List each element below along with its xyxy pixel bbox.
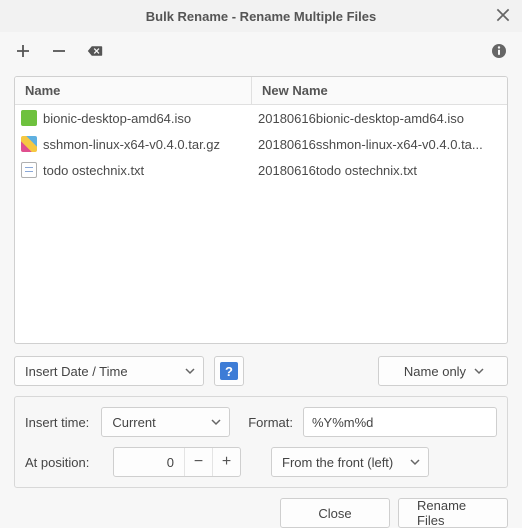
info-button[interactable] xyxy=(490,42,508,60)
archive-file-icon xyxy=(21,136,37,152)
file-newname: 20180616todo ostechnix.txt xyxy=(252,163,507,178)
remove-button[interactable] xyxy=(50,42,68,60)
file-name-cell: sshmon-linux-x64-v0.4.0.tar.gz xyxy=(15,136,252,152)
insert-time-label: Insert time: xyxy=(25,415,91,430)
info-icon xyxy=(491,43,507,59)
format-input[interactable] xyxy=(303,407,497,437)
position-decrement[interactable]: − xyxy=(184,448,212,476)
from-select-label: From the front (left) xyxy=(282,455,402,470)
clear-button[interactable] xyxy=(86,42,104,60)
help-icon: ? xyxy=(220,362,238,380)
window-title: Bulk Rename - Rename Multiple Files xyxy=(146,9,376,24)
window-close-button[interactable] xyxy=(494,6,512,24)
file-name: sshmon-linux-x64-v0.4.0.tar.gz xyxy=(43,137,220,152)
operation-select-label: Insert Date / Time xyxy=(25,364,177,379)
rename-button[interactable]: Rename Files xyxy=(398,498,508,528)
file-rows: bionic-desktop-amd64.iso 20180616bionic-d… xyxy=(15,105,507,183)
iso-file-icon xyxy=(21,110,37,126)
close-button[interactable]: Close xyxy=(280,498,390,528)
txt-file-icon xyxy=(21,162,37,178)
file-name-cell: todo ostechnix.txt xyxy=(15,162,252,178)
toolbar xyxy=(0,32,522,70)
chevron-down-icon xyxy=(211,415,221,430)
position-value[interactable]: 0 xyxy=(114,455,184,470)
file-row[interactable]: sshmon-linux-x64-v0.4.0.tar.gz 20180616ss… xyxy=(15,131,507,157)
file-newname: 20180616bionic-desktop-amd64.iso xyxy=(252,111,507,126)
file-list-panel: Name New Name bionic-desktop-amd64.iso 20… xyxy=(14,76,508,344)
chevron-down-icon xyxy=(185,364,195,379)
position-spinner: 0 − + xyxy=(113,447,241,477)
file-name: todo ostechnix.txt xyxy=(43,163,144,178)
operation-select[interactable]: Insert Date / Time xyxy=(14,356,204,386)
file-name-cell: bionic-desktop-amd64.iso xyxy=(15,110,252,126)
mode-row: Insert Date / Time ? Name only xyxy=(14,356,508,386)
chevron-down-icon xyxy=(474,364,484,379)
titlebar: Bulk Rename - Rename Multiple Files xyxy=(0,0,522,32)
from-select[interactable]: From the front (left) xyxy=(271,447,429,477)
file-name: bionic-desktop-amd64.iso xyxy=(43,111,191,126)
position-label: At position: xyxy=(25,455,103,470)
insert-time-select[interactable]: Current xyxy=(101,407,230,437)
position-increment[interactable]: + xyxy=(212,448,240,476)
file-list-header: Name New Name xyxy=(15,77,507,105)
column-header-newname[interactable]: New Name xyxy=(252,77,507,104)
file-row[interactable]: bionic-desktop-amd64.iso 20180616bionic-d… xyxy=(15,105,507,131)
scope-select-label: Name only xyxy=(404,364,466,379)
clear-icon xyxy=(87,43,103,59)
file-row[interactable]: todo ostechnix.txt 20180616todo ostechnix… xyxy=(15,157,507,183)
options-panel: Insert time: Current Format: At position… xyxy=(14,396,508,488)
help-button[interactable]: ? xyxy=(214,356,244,386)
column-header-name[interactable]: Name xyxy=(15,77,252,104)
file-newname: 20180616sshmon-linux-x64-v0.4.0.ta... xyxy=(252,137,507,152)
chevron-down-icon xyxy=(410,455,420,470)
minus-icon xyxy=(51,43,67,59)
scope-select[interactable]: Name only xyxy=(378,356,508,386)
insert-time-value: Current xyxy=(112,415,203,430)
plus-icon xyxy=(15,43,31,59)
add-button[interactable] xyxy=(14,42,32,60)
format-label: Format: xyxy=(248,415,293,430)
close-icon xyxy=(494,6,512,24)
action-row: Close Rename Files xyxy=(0,488,522,528)
